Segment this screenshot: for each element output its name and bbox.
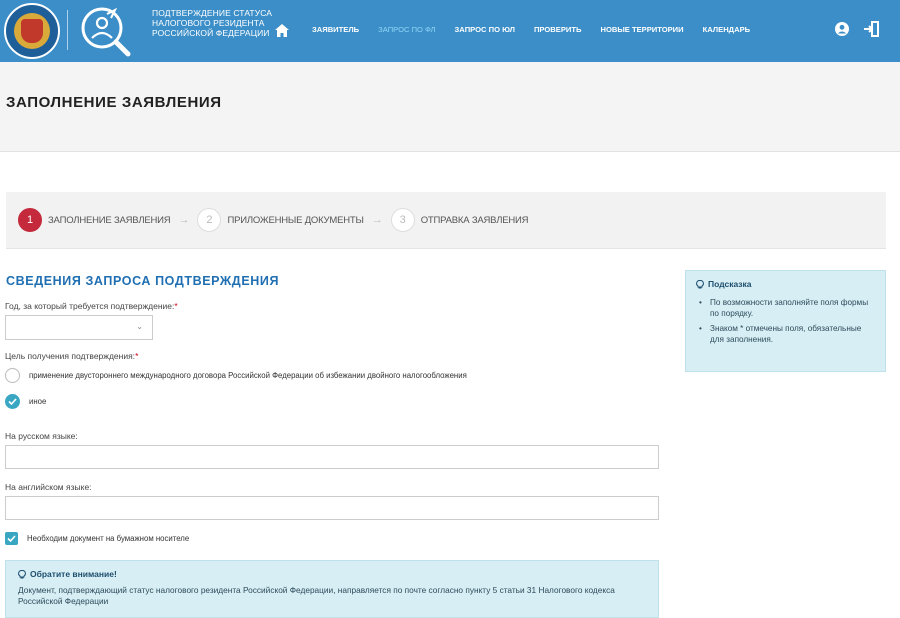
chevron-down-icon: ⌄: [136, 322, 143, 331]
nav-request-individual[interactable]: ЗАПРОС ПО ФЛ: [378, 25, 435, 34]
step-label: ЗАПОЛНЕНИЕ ЗАЯВЛЕНИЯ: [48, 214, 171, 226]
english-text-input[interactable]: [5, 496, 659, 520]
paper-document-option[interactable]: Необходим документ на бумажном носителе: [5, 532, 189, 545]
notice-title: Обратите внимание!: [18, 569, 646, 579]
radio-label: иное: [29, 397, 47, 406]
checkmark-icon: [8, 398, 17, 405]
step-1[interactable]: 1 ЗАПОЛНЕНИЕ ЗАЯВЛЕНИЯ: [18, 208, 171, 232]
arrow-right-icon: →: [178, 214, 190, 226]
checkbox-checked[interactable]: [5, 532, 18, 545]
required-mark: *: [135, 351, 139, 361]
nav-request-legal-entity[interactable]: ЗАПРОС ПО ЮЛ: [455, 25, 515, 34]
hint-list: По возможности заполняйте поля формы по …: [696, 297, 875, 345]
attention-notice: Обратите внимание! Документ, подтверждаю…: [5, 560, 659, 618]
step-number: 3: [390, 208, 415, 232]
logout-icon[interactable]: [863, 21, 879, 42]
service-title: ПОДТВЕРЖДЕНИЕ СТАТУСА НАЛОГОВОГО РЕЗИДЕН…: [152, 8, 273, 38]
fns-emblem-logo[interactable]: [4, 3, 60, 59]
nav-check[interactable]: ПРОВЕРИТЬ: [534, 25, 582, 34]
top-navigation-bar: ПОДТВЕРЖДЕНИЕ СТАТУСА НАЛОГОВОГО РЕЗИДЕН…: [0, 0, 900, 62]
year-label: Год, за который требуется подтверждение:…: [5, 301, 178, 311]
notice-text: Документ, подтверждающий статус налогово…: [18, 585, 615, 606]
hint-item: Знаком * отмечены поля, обязательные для…: [696, 323, 875, 345]
hint-title: Подсказка: [696, 279, 875, 289]
purpose-option-other[interactable]: иное: [5, 394, 46, 409]
purpose-label: Цель получения подтверждения:*: [5, 351, 139, 361]
page-title: ЗАПОЛНЕНИЕ ЗАЯВЛЕНИЯ: [6, 94, 222, 111]
checkmark-icon: [7, 535, 16, 542]
home-icon[interactable]: [275, 24, 289, 42]
tax-resident-service-logo[interactable]: [78, 4, 134, 63]
step-label: ПРИЛОЖЕННЫЕ ДОКУМЕНТЫ: [227, 214, 364, 226]
nav-calendar[interactable]: КАЛЕНДАРЬ: [703, 25, 751, 34]
page-header: ЗАПОЛНЕНИЕ ЗАЯВЛЕНИЯ: [0, 62, 900, 152]
required-mark: *: [174, 301, 178, 311]
nav-applicant[interactable]: ЗАЯВИТЕЛЬ: [312, 25, 359, 34]
step-number: 2: [197, 208, 222, 232]
purpose-option-treaty[interactable]: применение двустороннего международного …: [5, 368, 467, 383]
hint-item: По возможности заполняйте поля формы по …: [696, 297, 875, 319]
radio-button[interactable]: [5, 368, 20, 383]
user-account-icon[interactable]: [835, 22, 849, 41]
nav-new-territories[interactable]: НОВЫЕ ТЕРРИТОРИИ: [600, 25, 683, 34]
radio-label: применение двустороннего международного …: [29, 371, 467, 380]
arrow-right-icon: →: [371, 214, 383, 226]
radio-button-checked[interactable]: [5, 394, 20, 409]
step-label: ОТПРАВКА ЗАЯВЛЕНИЯ: [420, 214, 529, 226]
year-select[interactable]: ⌄: [5, 315, 153, 340]
section-title: СВЕДЕНИЯ ЗАПРОСА ПОДТВЕРЖДЕНИЯ: [6, 274, 280, 288]
checkbox-label: Необходим документ на бумажном носителе: [27, 534, 190, 543]
english-text-label: На английском языке:: [5, 482, 92, 492]
step-number: 1: [18, 208, 42, 232]
hint-panel: Подсказка По возможности заполняйте поля…: [685, 270, 886, 372]
wizard-steps: 1 ЗАПОЛНЕНИЕ ЗАЯВЛЕНИЯ → 2 ПРИЛОЖЕННЫЕ Д…: [6, 192, 886, 249]
step-2[interactable]: 2 ПРИЛОЖЕННЫЕ ДОКУМЕНТЫ: [197, 208, 364, 232]
step-3[interactable]: 3 ОТПРАВКА ЗАЯВЛЕНИЯ: [390, 208, 529, 232]
main-nav: ЗАЯВИТЕЛЬ ЗАПРОС ПО ФЛ ЗАПРОС ПО ЮЛ ПРОВ…: [312, 25, 769, 34]
russian-text-input[interactable]: [5, 445, 659, 469]
lightbulb-icon: [18, 569, 26, 578]
russian-text-label: На русском языке:: [5, 431, 78, 441]
lightbulb-icon: [696, 279, 704, 288]
logo-divider: [67, 10, 68, 50]
